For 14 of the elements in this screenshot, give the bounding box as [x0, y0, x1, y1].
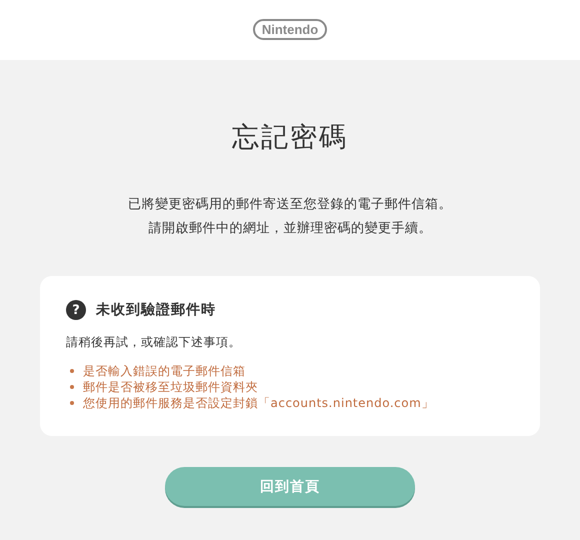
- bullet-icon: [70, 385, 74, 389]
- home-button[interactable]: 回到首頁: [165, 467, 415, 506]
- checklist-item: 郵件是否被移至垃圾郵件資料夾: [83, 378, 258, 396]
- message-text: 請開啟郵件中的網址，並辦理密碼的變更手續。: [147, 220, 433, 238]
- bullet-icon: [70, 369, 74, 373]
- logo[interactable]: Nintendo: [252, 18, 328, 40]
- page-title: 忘記密碼: [232, 122, 348, 154]
- card-heading: 未收到驗證郵件時: [96, 301, 216, 319]
- bullet-icon: [70, 401, 74, 405]
- help-icon: ?: [66, 300, 86, 320]
- checklist-item: 您使用的郵件服務是否設定封鎖「accounts.nintendo.com」: [83, 394, 434, 412]
- card-text: 請稍後再試，或確認下述事項。: [66, 334, 242, 351]
- message-text: 已將變更密碼用的郵件寄送至您登錄的電子郵件信箱。: [128, 196, 452, 214]
- checklist-item: 是否輸入錯誤的電子郵件信箱: [83, 362, 246, 380]
